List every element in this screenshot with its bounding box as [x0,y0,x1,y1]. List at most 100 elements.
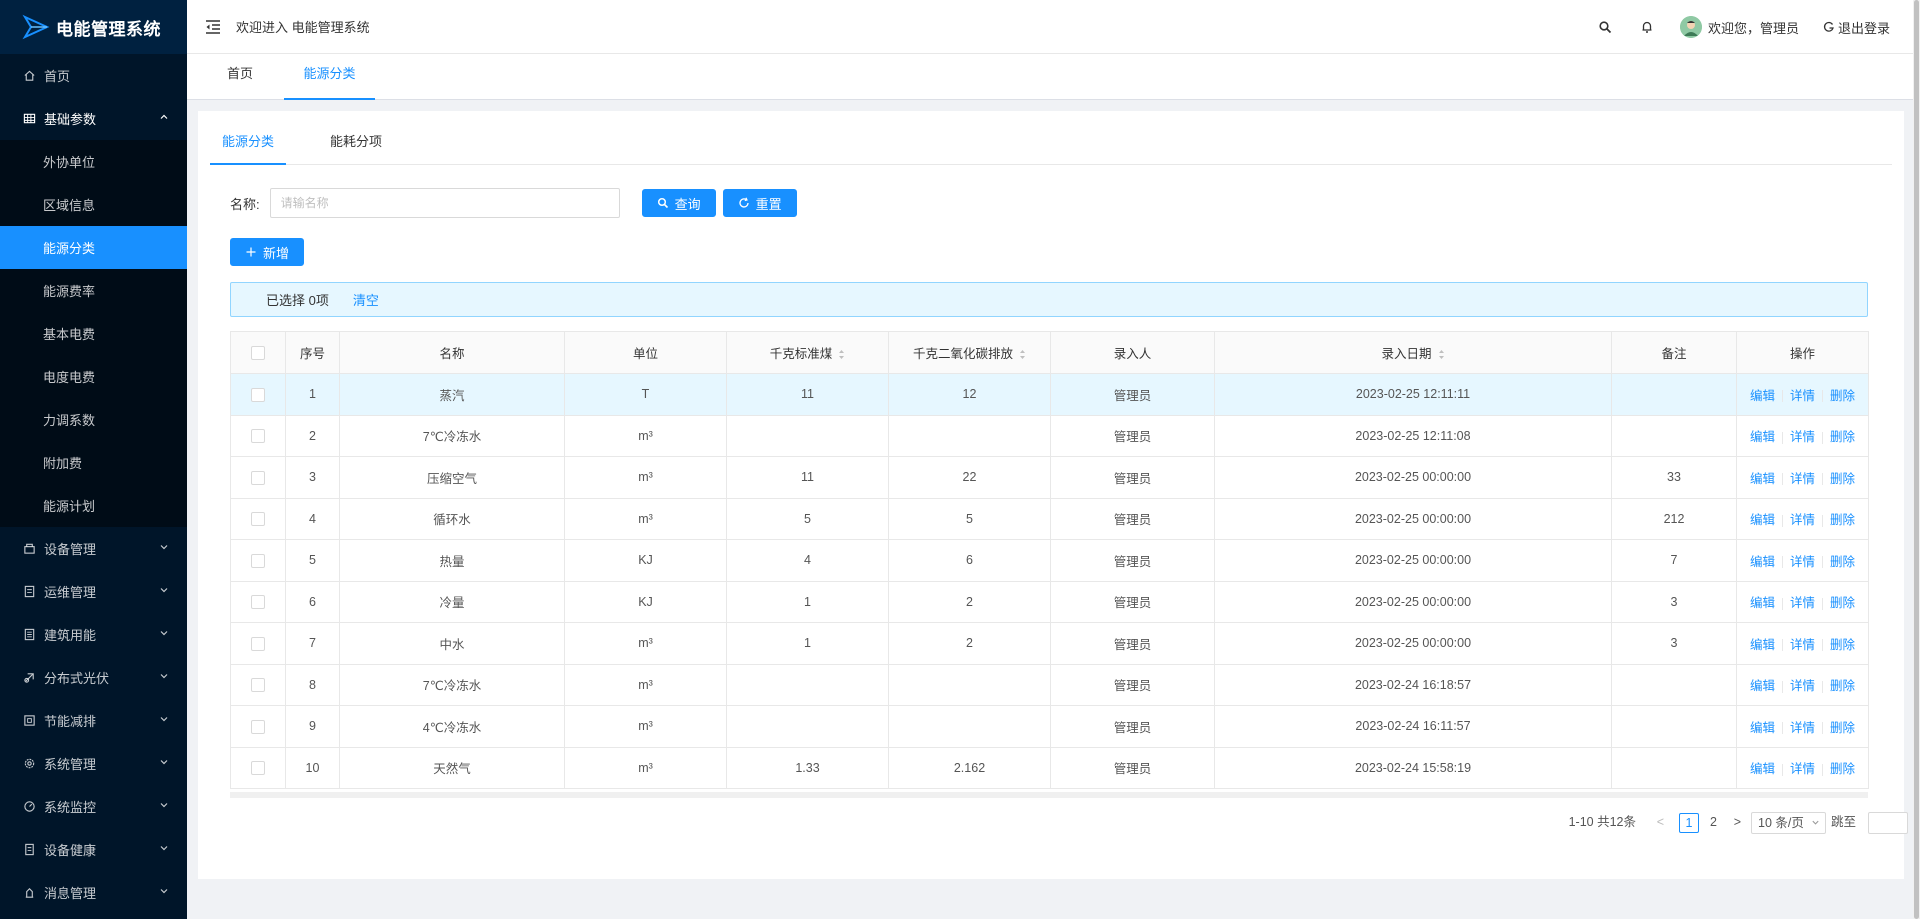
row-select-cell[interactable] [230,415,286,457]
sidebar-item-solar[interactable]: 分布式光伏 [0,656,187,699]
table-scroll-track[interactable] [230,792,1868,798]
row-checkbox[interactable] [251,429,265,444]
delete-link[interactable]: 删除 [1830,555,1855,569]
detail-link[interactable]: 详情 [1790,679,1815,693]
delete-link[interactable]: 删除 [1830,389,1855,403]
sidebar-item-system-mgmt[interactable]: 系统管理 [0,742,187,785]
row-checkbox[interactable] [251,595,265,610]
delete-link[interactable]: 删除 [1830,596,1855,610]
detail-link[interactable]: 详情 [1790,638,1815,652]
delete-link[interactable]: 删除 [1830,721,1855,735]
table-row[interactable]: 7 中水 m³ 1 2 管理员 2023-02-25 00:00:00 3 编辑 详情 删除 [230,622,1869,665]
edit-link[interactable]: 编辑 [1750,513,1775,527]
sidebar-item-message-mgmt[interactable]: 消息管理 [0,871,187,914]
subtab-energy-category[interactable]: 能源分类 [210,125,286,165]
edit-link[interactable]: 编辑 [1750,555,1775,569]
edit-link[interactable]: 编辑 [1750,472,1775,486]
query-button[interactable]: 查询 [641,189,716,217]
sidebar-item-region-info[interactable]: 区域信息 [0,183,187,226]
detail-link[interactable]: 详情 [1790,762,1815,776]
search-icon[interactable] [1598,20,1612,34]
user-greeting[interactable]: 欢迎您，管理员 [1708,18,1799,37]
delete-link[interactable]: 删除 [1830,430,1855,444]
table-row[interactable]: 9 4℃冷冻水 m³ 管理员 2023-02-24 16:11:57 编辑 详情 删除 [230,705,1869,748]
sort-icon[interactable] [1019,349,1026,360]
sidebar-item-device-mgmt[interactable]: 设备管理 [0,527,187,570]
edit-link[interactable]: 编辑 [1750,679,1775,693]
sort-icon[interactable] [1438,349,1445,360]
sidebar-item-ops-mgmt[interactable]: 运维管理 [0,570,187,613]
sidebar-item-system-monitor[interactable]: 系统监控 [0,785,187,828]
row-select-cell[interactable] [230,539,286,582]
scrollbar-thumb[interactable] [1914,0,1919,919]
sidebar-item-energy-category[interactable]: 能源分类 [0,226,187,269]
sidebar-item-basic-params[interactable]: 基础参数 [0,97,187,140]
table-row[interactable]: 4 循环水 m³ 5 5 管理员 2023-02-25 00:00:00 212 编辑 详情 删除 [230,498,1869,540]
column-header-coal[interactable]: 千克标准煤 [726,331,889,374]
subtab-energy-items[interactable]: 能耗分项 [330,125,382,165]
sort-icon[interactable] [838,349,845,360]
detail-link[interactable]: 详情 [1790,596,1815,610]
logout-button[interactable]: 退出登录 [1823,18,1890,37]
edit-link[interactable]: 编辑 [1750,762,1775,776]
column-header-date[interactable]: 录入日期 [1214,331,1612,374]
detail-link[interactable]: 详情 [1790,513,1815,527]
row-select-cell[interactable] [230,622,286,665]
edit-link[interactable]: 编辑 [1750,596,1775,610]
detail-link[interactable]: 详情 [1790,389,1815,403]
table-row[interactable]: 2 7℃冷冻水 m³ 管理员 2023-02-25 12:11:08 编辑 详情 删除 [230,415,1869,457]
reset-button[interactable]: 重置 [722,189,797,217]
row-checkbox[interactable] [251,470,265,485]
clear-selection-link[interactable]: 清空 [353,290,379,309]
column-header-co2[interactable]: 千克二氧化碳排放 [888,331,1051,374]
edit-link[interactable]: 编辑 [1750,430,1775,444]
row-select-cell[interactable] [230,747,286,789]
table-row[interactable]: 1 蒸汽 T 11 12 管理员 2023-02-25 12:11:11 编辑 详情 删除 [230,373,1869,416]
row-select-cell[interactable] [230,581,286,623]
sidebar-item-energy-saving[interactable]: 节能减排 [0,699,187,742]
edit-link[interactable]: 编辑 [1750,638,1775,652]
jump-page-input[interactable] [1868,812,1908,834]
row-checkbox[interactable] [251,761,265,776]
sidebar-item-home[interactable]: 首页 [0,54,187,97]
delete-link[interactable]: 删除 [1830,638,1855,652]
row-checkbox[interactable] [251,512,265,527]
next-page-icon[interactable]: > [1734,811,1741,835]
delete-link[interactable]: 删除 [1830,513,1855,527]
detail-link[interactable]: 详情 [1790,472,1815,486]
sidebar-item-power-factor[interactable]: 力调系数 [0,398,187,441]
edit-link[interactable]: 编辑 [1750,389,1775,403]
sidebar-item-surcharge[interactable]: 附加费 [0,441,187,484]
bell-icon[interactable] [1640,20,1654,34]
sidebar-item-energy-plan[interactable]: 能源计划 [0,484,187,527]
tab-home[interactable]: 首页 [227,54,253,100]
delete-link[interactable]: 删除 [1830,472,1855,486]
tab-energy-category[interactable]: 能源分类 [284,54,375,100]
row-checkbox[interactable] [251,636,265,651]
sidebar-item-energy-rate[interactable]: 能源费率 [0,269,187,312]
edit-link[interactable]: 编辑 [1750,721,1775,735]
row-checkbox[interactable] [251,719,265,734]
row-select-cell[interactable] [230,664,286,706]
detail-link[interactable]: 详情 [1790,555,1815,569]
avatar[interactable] [1679,16,1702,38]
app-logo[interactable]: 电能管理系统 [0,0,187,54]
table-row[interactable]: 3 压缩空气 m³ 11 22 管理员 2023-02-25 00:00:00 33 编辑 详情 删… [230,456,1869,499]
page-scrollbar[interactable] [1913,0,1920,919]
table-row[interactable]: 6 冷量 KJ 1 2 管理员 2023-02-25 00:00:00 3 编辑 详情 删除 [230,581,1869,623]
detail-link[interactable]: 详情 [1790,721,1815,735]
row-checkbox[interactable] [251,678,265,693]
menu-fold-icon[interactable] [204,18,222,36]
table-row[interactable]: 8 7℃冷冻水 m³ 管理员 2023-02-24 16:18:57 编辑 详情 删除 [230,664,1869,706]
table-row[interactable]: 10 天然气 m³ 1.33 2.162 管理员 2023-02-24 15:58:19 编辑… [230,747,1869,789]
row-checkbox[interactable] [251,387,265,402]
sidebar-item-basic-fee[interactable]: 基本电费 [0,312,187,355]
select-all-cell[interactable] [230,331,286,374]
table-row[interactable]: 5 热量 KJ 4 6 管理员 2023-02-25 00:00:00 7 编辑 详情 删除 [230,539,1869,582]
page-size-select[interactable]: 10 条/页 [1751,812,1826,834]
delete-link[interactable]: 删除 [1830,679,1855,693]
select-all-checkbox[interactable] [251,345,265,360]
delete-link[interactable]: 删除 [1830,762,1855,776]
row-select-cell[interactable] [230,456,286,499]
detail-link[interactable]: 详情 [1790,430,1815,444]
